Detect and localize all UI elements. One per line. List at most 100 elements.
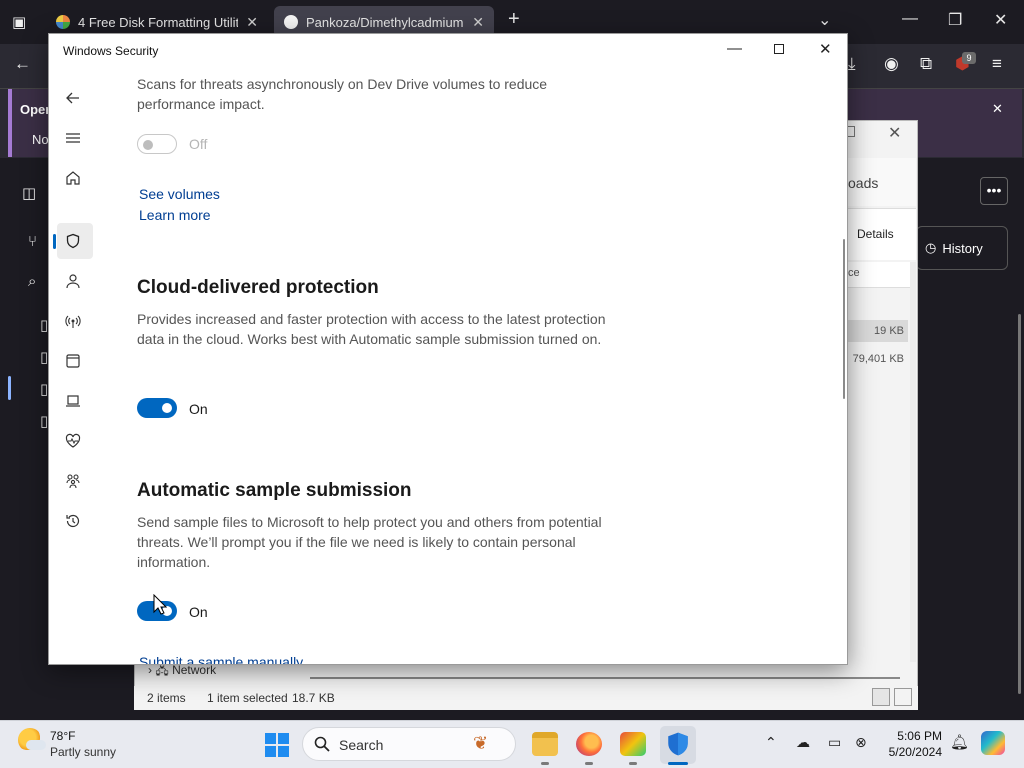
dev-drive-toggle[interactable] (137, 134, 177, 154)
copilot-icon[interactable] (981, 731, 1005, 755)
firefox-taskbar-icon[interactable] (576, 732, 602, 756)
table-row[interactable]: 79,401 KB (848, 348, 908, 370)
active-indicator (668, 762, 688, 765)
browser-scrollbar[interactable] (1018, 314, 1021, 694)
back-icon[interactable]: ← (14, 54, 31, 74)
github-icon (284, 15, 298, 29)
explorer-scrollbar[interactable] (910, 262, 916, 662)
network-label: Network (172, 663, 217, 677)
clock-time[interactable]: 5:06 PM (886, 729, 942, 743)
toggle-knob (162, 403, 172, 413)
display-icon[interactable]: ▭ (828, 734, 841, 751)
branch-icon[interactable]: ⑂ (28, 233, 37, 250)
app-browser-icon[interactable] (63, 351, 83, 371)
explorer-close-icon[interactable]: ✕ (888, 123, 901, 143)
explorer-status-bar: 2 items 1 item selected 18.7 KB (134, 686, 918, 710)
mouse-cursor-icon (153, 594, 167, 615)
settings-content: Scans for threats asynchronously on Dev … (137, 34, 837, 664)
learn-more-link[interactable]: Learn more (139, 207, 211, 223)
details-button[interactable]: Details (857, 227, 894, 241)
download-icon[interactable]: ⤓ (848, 54, 856, 74)
status-selected: 1 item selected (207, 691, 288, 705)
status-size: 18.7 KB (292, 691, 335, 705)
explorer-hscrollbar[interactable] (310, 677, 900, 679)
laptop-icon[interactable] (63, 391, 83, 411)
notification-text: Oper (20, 102, 51, 117)
search-highlight-icon: ❦ (473, 733, 489, 753)
network-volume-icon[interactable]: ⊗ (855, 734, 867, 751)
menu-icon[interactable]: ≡ (992, 54, 1002, 74)
content-scrollbar[interactable] (843, 239, 845, 399)
family-icon[interactable] (63, 471, 83, 491)
running-indicator (585, 762, 593, 765)
close-tab-icon[interactable]: ✕ (472, 14, 484, 31)
account-icon[interactable] (63, 271, 83, 291)
network-signal-icon[interactable] (63, 311, 83, 331)
tab-list-icon[interactable]: ▣ (12, 13, 26, 31)
notification-bell-icon[interactable]: 🔔︎ (950, 733, 969, 751)
restore-icon[interactable]: ❐ (948, 10, 962, 30)
windows-security-taskbar-icon[interactable] (665, 731, 691, 757)
tiles-view-button[interactable] (894, 688, 912, 706)
sidebar-icon[interactable]: ◫ (22, 184, 36, 202)
cloud-protection-toggle[interactable] (137, 398, 177, 418)
home-icon[interactable] (63, 168, 83, 188)
windows-security-window: Windows Security — ✕ Scans for threats a… (48, 33, 848, 665)
extensions-icon[interactable]: ⧉ (920, 54, 932, 74)
hamburger-menu-icon[interactable] (63, 128, 83, 148)
start-button[interactable] (265, 733, 289, 757)
running-indicator (629, 762, 637, 765)
shield-icon[interactable] (63, 231, 83, 251)
windows-logo-icon (278, 733, 289, 744)
back-icon[interactable] (63, 88, 83, 108)
minimize-icon[interactable]: — (902, 10, 918, 28)
cloud-offline-icon[interactable]: ☁ (796, 734, 810, 751)
submit-sample-link[interactable]: Submit a sample manually (139, 654, 303, 664)
archive-app-taskbar-icon[interactable] (620, 732, 646, 756)
column-header[interactable]: ce (848, 262, 910, 288)
search-icon (314, 736, 330, 752)
cloud-protection-description: Provides increased and faster protection… (137, 311, 606, 347)
sidebar-selection-indicator (8, 376, 11, 400)
clock-date[interactable]: 5/20/2024 (880, 745, 942, 759)
running-indicator (541, 762, 549, 765)
history-label: History (942, 240, 983, 256)
sample-submission-description: Send sample files to Microsoft to help p… (137, 514, 602, 570)
see-volumes-link[interactable]: See volumes (139, 186, 220, 202)
navigation-rail (49, 66, 97, 664)
dev-drive-toggle-label: Off (189, 136, 208, 152)
history-icon[interactable] (63, 511, 83, 531)
network-icon: 🖧 (155, 663, 169, 677)
file-explorer-taskbar-icon[interactable] (532, 732, 558, 756)
search-icon[interactable]: ⌕ (28, 273, 36, 290)
explorer-location-text: oads (848, 175, 879, 191)
tab-label: Pankoza/Dimethylcadmium.zip (306, 14, 464, 30)
active-item-indicator (53, 234, 56, 249)
details-view-button[interactable] (872, 688, 890, 706)
sample-submission-toggle-label: On (189, 604, 208, 620)
close-tab-icon[interactable]: ✕ (246, 14, 258, 31)
chevron-down-icon[interactable]: ⌄ (818, 10, 831, 30)
account-icon[interactable]: ◉ (884, 54, 899, 74)
more-options-button[interactable]: ••• (980, 177, 1008, 205)
windows-logo-icon (265, 746, 276, 757)
new-tab-icon[interactable]: + (508, 8, 520, 31)
notification-button[interactable]: No (32, 132, 49, 147)
close-notification-icon[interactable]: ✕ (992, 101, 1003, 117)
sample-submission-heading: Automatic sample submission (137, 480, 412, 501)
show-hidden-icons-icon[interactable]: ⌃ (765, 734, 777, 751)
weather-condition[interactable]: Partly sunny (50, 745, 116, 759)
history-icon: ◷ (925, 240, 937, 255)
taskbar-search[interactable]: Search ❦ (302, 727, 516, 761)
close-icon[interactable]: ✕ (994, 10, 1007, 30)
settings-gear-icon[interactable] (63, 663, 83, 664)
dev-drive-description: Scans for threats asynchronously on Dev … (137, 76, 548, 112)
status-item-count: 2 items (147, 691, 186, 705)
heart-pulse-icon[interactable] (63, 431, 83, 451)
weather-temperature[interactable]: 78°F (50, 729, 75, 743)
tab-label: 4 Free Disk Formatting Utility to (78, 14, 239, 30)
history-button[interactable]: ◷ History (916, 226, 1008, 270)
table-row[interactable]: 19 KB (848, 320, 908, 342)
weather-cloud-icon (26, 740, 46, 750)
extension-badge: 9 (962, 52, 976, 64)
